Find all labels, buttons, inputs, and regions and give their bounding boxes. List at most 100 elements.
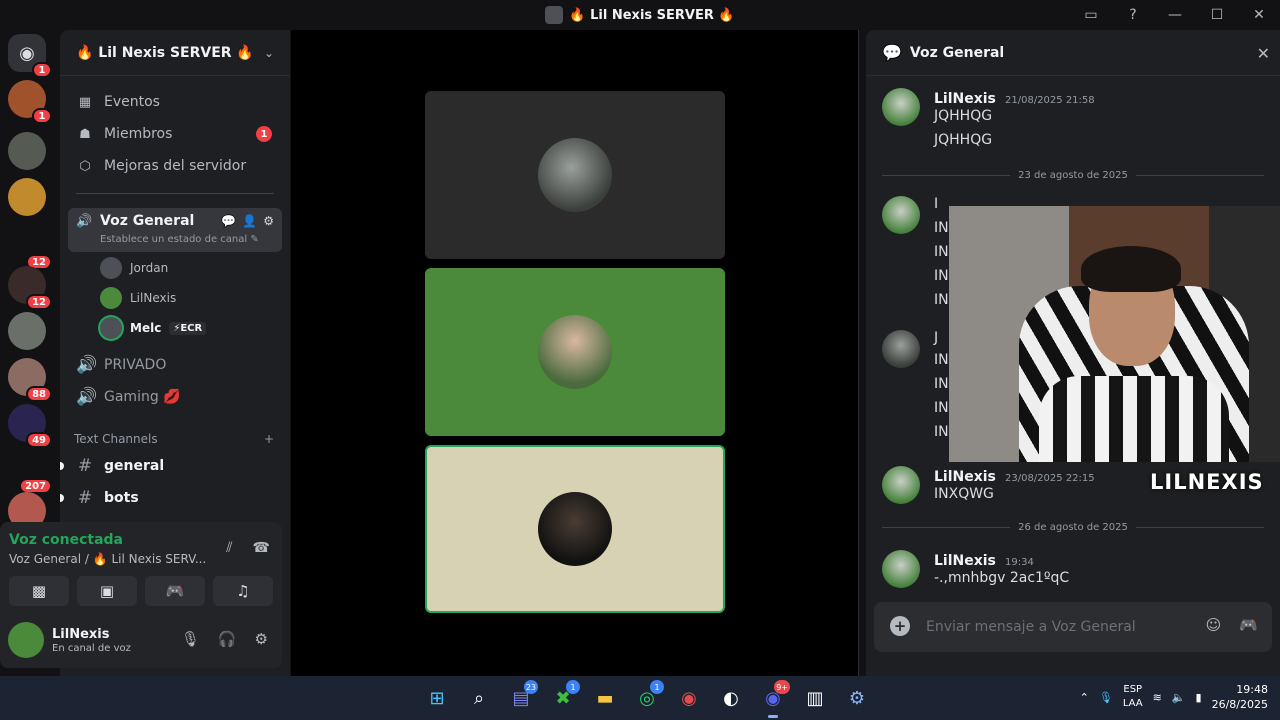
message-input[interactable] — [926, 612, 1186, 642]
activity-button[interactable]: 🎮 — [145, 576, 205, 606]
language-indicator[interactable]: ESP LAA — [1123, 683, 1143, 711]
message-author[interactable]: LilNexis — [934, 553, 996, 569]
date-separator-label: 26 de agosto de 2025 — [1018, 522, 1128, 533]
voice-channel-privado[interactable]: 🔊 PRIVADO — [68, 351, 282, 379]
camera-off-button[interactable]: ▩ — [9, 576, 69, 606]
discord-home-icon[interactable]: ◉ 1 — [8, 34, 52, 78]
chrome-icon[interactable]: ◉ — [672, 682, 706, 714]
disconnect-icon[interactable]: ☎ — [253, 540, 270, 556]
taskbar-badge: 1 — [566, 680, 580, 694]
microphone-icon[interactable]: 🎙 — [1099, 691, 1113, 704]
chevron-down-icon: ⌄ — [263, 45, 274, 60]
voice-channel-gaming[interactable]: 🔊 Gaming 💋 — [68, 383, 282, 411]
participant-tile-lilnexis[interactable] — [425, 268, 725, 436]
voice-user-melc[interactable]: Melc ⚡ECR — [100, 315, 207, 341]
avatar[interactable] — [882, 466, 920, 504]
avatar — [100, 287, 122, 309]
xbox-icon[interactable]: ✖ 1 — [546, 680, 580, 714]
gear-icon[interactable]: ⚙ — [255, 630, 268, 648]
message-author[interactable]: LilNexis — [934, 91, 996, 107]
server-icon-9[interactable]: 207 — [8, 450, 52, 494]
server-icon-7[interactable]: 88 — [8, 358, 52, 402]
language-top: ESP — [1123, 684, 1143, 695]
members-badge: 1 — [256, 126, 272, 142]
maximize-button[interactable]: ☐ — [1196, 0, 1238, 30]
close-icon[interactable]: ✕ — [1257, 44, 1270, 63]
whatsapp-icon[interactable]: ◎ 1 — [630, 680, 664, 714]
headphones-icon[interactable]: 🎧 — [218, 630, 237, 648]
participant-tile-jordan[interactable] — [425, 91, 725, 259]
clock[interactable]: 19:48 26/8/2025 — [1212, 682, 1268, 712]
window-title: 🔥 Lil Nexis SERVER 🔥 — [545, 6, 735, 24]
category-label: Text Channels — [74, 432, 158, 446]
teams-icon[interactable]: ▤ 23 — [504, 680, 538, 714]
server-icon-1[interactable]: 1 — [8, 80, 52, 124]
close-button[interactable]: ✕ — [1238, 0, 1280, 30]
message-author[interactable]: LilNexis — [934, 469, 996, 485]
user-status: En canal de voz — [52, 643, 131, 654]
voice-user-lilnexis[interactable]: LilNexis — [100, 285, 176, 311]
wifi-icon[interactable]: ≋ — [1153, 691, 1162, 704]
voice-user-name: Melc — [130, 321, 162, 335]
emoji-icon[interactable]: ☺ — [1206, 616, 1222, 634]
window-title-text: 🔥 Lil Nexis SERVER 🔥 — [569, 7, 735, 23]
server-icon-6[interactable] — [8, 312, 46, 350]
avatar[interactable] — [882, 330, 920, 368]
channel-status-hint[interactable]: Establece un estado de canal ✎ — [100, 234, 259, 245]
help-icon[interactable]: ? — [1112, 0, 1154, 30]
minimize-button[interactable]: — — [1154, 0, 1196, 30]
avatar[interactable] — [8, 622, 44, 658]
obs-icon[interactable]: ◐ — [714, 682, 748, 714]
menu-item-label: Eventos — [104, 94, 160, 110]
add-attachment-icon[interactable]: + — [890, 616, 910, 636]
microphone-icon[interactable]: 🎙 — [181, 630, 200, 648]
settings-icon[interactable]: ⚙ — [840, 682, 874, 714]
server-icon-2[interactable] — [8, 132, 46, 170]
server-icon-8[interactable]: 49 — [8, 404, 52, 448]
noise-suppression-icon[interactable]: ⫽ — [226, 540, 232, 556]
screen-share-button[interactable]: ▣ — [77, 576, 137, 606]
gear-icon[interactable]: ⚙ — [263, 214, 274, 228]
call-stage — [291, 30, 859, 676]
voice-location[interactable]: Voz General / 🔥 Lil Nexis SERV... — [9, 552, 206, 566]
inbox-icon[interactable]: ▭ — [1070, 0, 1112, 30]
battery-icon[interactable]: ▮ — [1196, 691, 1202, 704]
avatar[interactable] — [882, 196, 920, 234]
notification-badge: 49 — [26, 432, 52, 448]
search-icon[interactable]: ⌕ — [462, 682, 496, 714]
voice-user-jordan[interactable]: Jordan — [100, 255, 168, 281]
hash-icon: # — [77, 456, 93, 476]
message-text-partial: IN — [934, 352, 949, 368]
menu-item-events[interactable]: ▦ Eventos — [68, 88, 282, 116]
server-icon-5[interactable]: 12 — [8, 266, 52, 310]
file-explorer-icon[interactable]: ▬ — [588, 682, 622, 714]
chevron-up-icon[interactable]: ⌃ — [1080, 691, 1089, 704]
menu-item-members[interactable]: ☗ Miembros 1 — [68, 120, 282, 148]
participant-tile-melc[interactable] — [425, 445, 725, 613]
gamepad-icon[interactable]: 🎮 — [1239, 616, 1258, 634]
guild-header[interactable]: 🔥 Lil Nexis SERVER 🔥 ⌄ — [60, 30, 290, 76]
soundboard-button[interactable]: ♫ — [213, 576, 273, 606]
text-channel-general[interactable]: # general — [60, 452, 282, 480]
invite-icon[interactable]: 👤 — [242, 214, 257, 228]
gta-icon[interactable]: ▥ — [798, 682, 832, 714]
avatar[interactable] — [882, 550, 920, 588]
windows-start-icon[interactable]: ⊞ — [420, 682, 454, 714]
add-channel-icon[interactable]: + — [264, 432, 274, 446]
clock-time: 19:48 — [1236, 683, 1268, 696]
server-icon-4[interactable]: 12 — [8, 226, 52, 270]
user-controls: 🎙 🎧 ⚙ — [181, 630, 268, 648]
menu-item-boosts[interactable]: ⬡ Mejoras del servidor — [68, 152, 282, 180]
category-text-channels[interactable]: Text Channels + — [74, 432, 274, 446]
volume-icon[interactable]: 🔈 — [1172, 691, 1186, 704]
username[interactable]: LilNexis — [52, 627, 109, 642]
message-text-partial: I — [934, 196, 939, 212]
chat-bubble-icon[interactable]: 💬 — [221, 214, 236, 228]
voice-status[interactable]: Voz conectada — [9, 532, 123, 548]
taskbar-badge: 1 — [650, 680, 664, 694]
discord-taskbar-icon[interactable]: ◉ 9+ — [756, 680, 790, 718]
server-icon-3[interactable] — [8, 178, 46, 216]
text-channel-bots[interactable]: # bots — [60, 484, 282, 512]
voice-channel-voz-general[interactable]: 🔊 Voz General Establece un estado de can… — [68, 208, 282, 252]
avatar[interactable] — [882, 88, 920, 126]
